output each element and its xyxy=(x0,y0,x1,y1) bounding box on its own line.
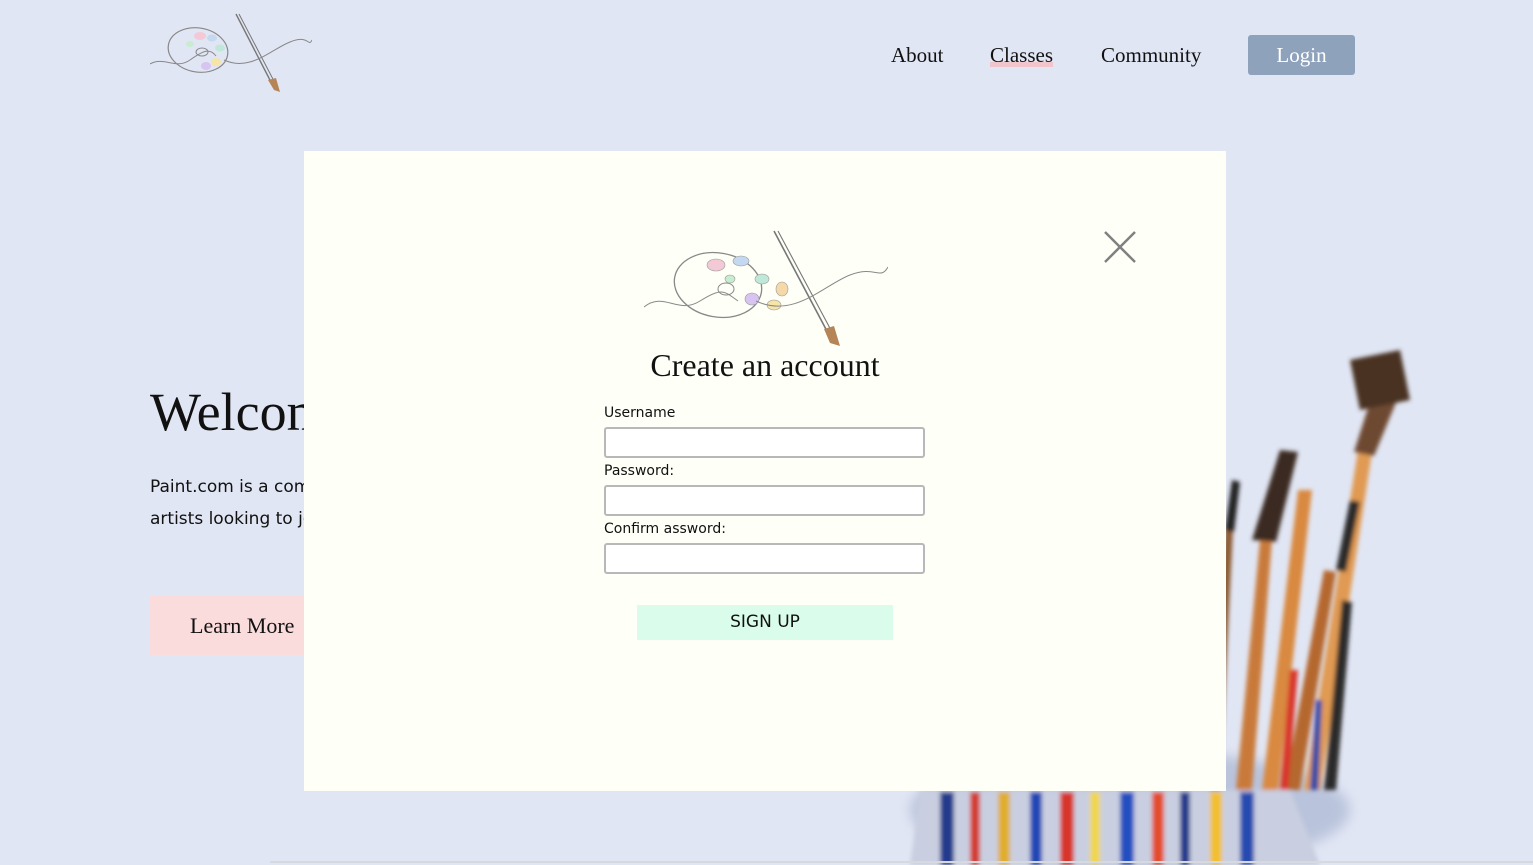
login-button[interactable]: Login xyxy=(1248,35,1355,75)
modal-title: Create an account xyxy=(650,347,880,383)
main-nav: About Classes Community Login xyxy=(0,35,1533,75)
palette-brush-icon xyxy=(644,230,888,346)
password-label: Password: xyxy=(604,463,675,479)
nav-link-about[interactable]: About xyxy=(891,43,944,67)
nav-link-community[interactable]: Community xyxy=(1101,43,1201,67)
sign-up-button[interactable]: SIGN UP xyxy=(637,605,893,640)
password-input[interactable] xyxy=(604,485,925,516)
username-input[interactable] xyxy=(604,427,925,458)
confirm-password-input[interactable] xyxy=(604,543,925,574)
signup-modal: Create an account Username Password: Con… xyxy=(304,151,1226,791)
page-divider xyxy=(270,861,1533,863)
confirm-password-label: Confirm assword: xyxy=(604,521,726,537)
close-icon[interactable] xyxy=(1102,229,1138,265)
username-label: Username xyxy=(604,405,676,421)
nav-link-classes[interactable]: Classes xyxy=(990,43,1053,67)
